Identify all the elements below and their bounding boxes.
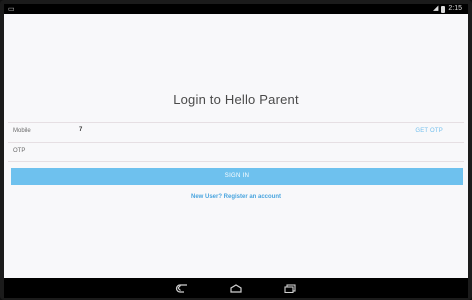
battery-icon <box>441 5 446 13</box>
mobile-input[interactable]: 7 <box>79 127 82 133</box>
status-bar: ▭ ◢ 2:15 <box>4 4 468 14</box>
otp-input[interactable]: OTP <box>13 148 25 154</box>
sign-in-button[interactable]: SIGN IN <box>11 168 463 185</box>
otp-field-row[interactable]: OTP <box>8 142 464 162</box>
status-indicators: ◢ 2:15 <box>433 5 462 13</box>
back-icon[interactable] <box>174 282 190 294</box>
notification-icon: ▭ <box>8 6 15 13</box>
navigation-bar <box>4 278 468 298</box>
mobile-field-row[interactable]: Mobile 7 GET OTP <box>8 122 464 141</box>
status-time: 2:15 <box>448 5 462 12</box>
register-link[interactable]: New User? Register an account <box>4 194 468 200</box>
signal-icon: ◢ <box>432 5 439 12</box>
get-otp-button[interactable]: GET OTP <box>415 128 443 134</box>
device-frame: ▭ ◢ 2:15 Login to Hello Parent Mobile 7 … <box>0 0 472 300</box>
recent-apps-icon[interactable] <box>282 282 298 294</box>
page-title: Login to Hello Parent <box>173 92 299 107</box>
home-icon[interactable] <box>228 282 244 294</box>
login-screen: Login to Hello Parent Mobile 7 GET OTP O… <box>4 14 468 278</box>
mobile-label: Mobile <box>13 128 31 134</box>
